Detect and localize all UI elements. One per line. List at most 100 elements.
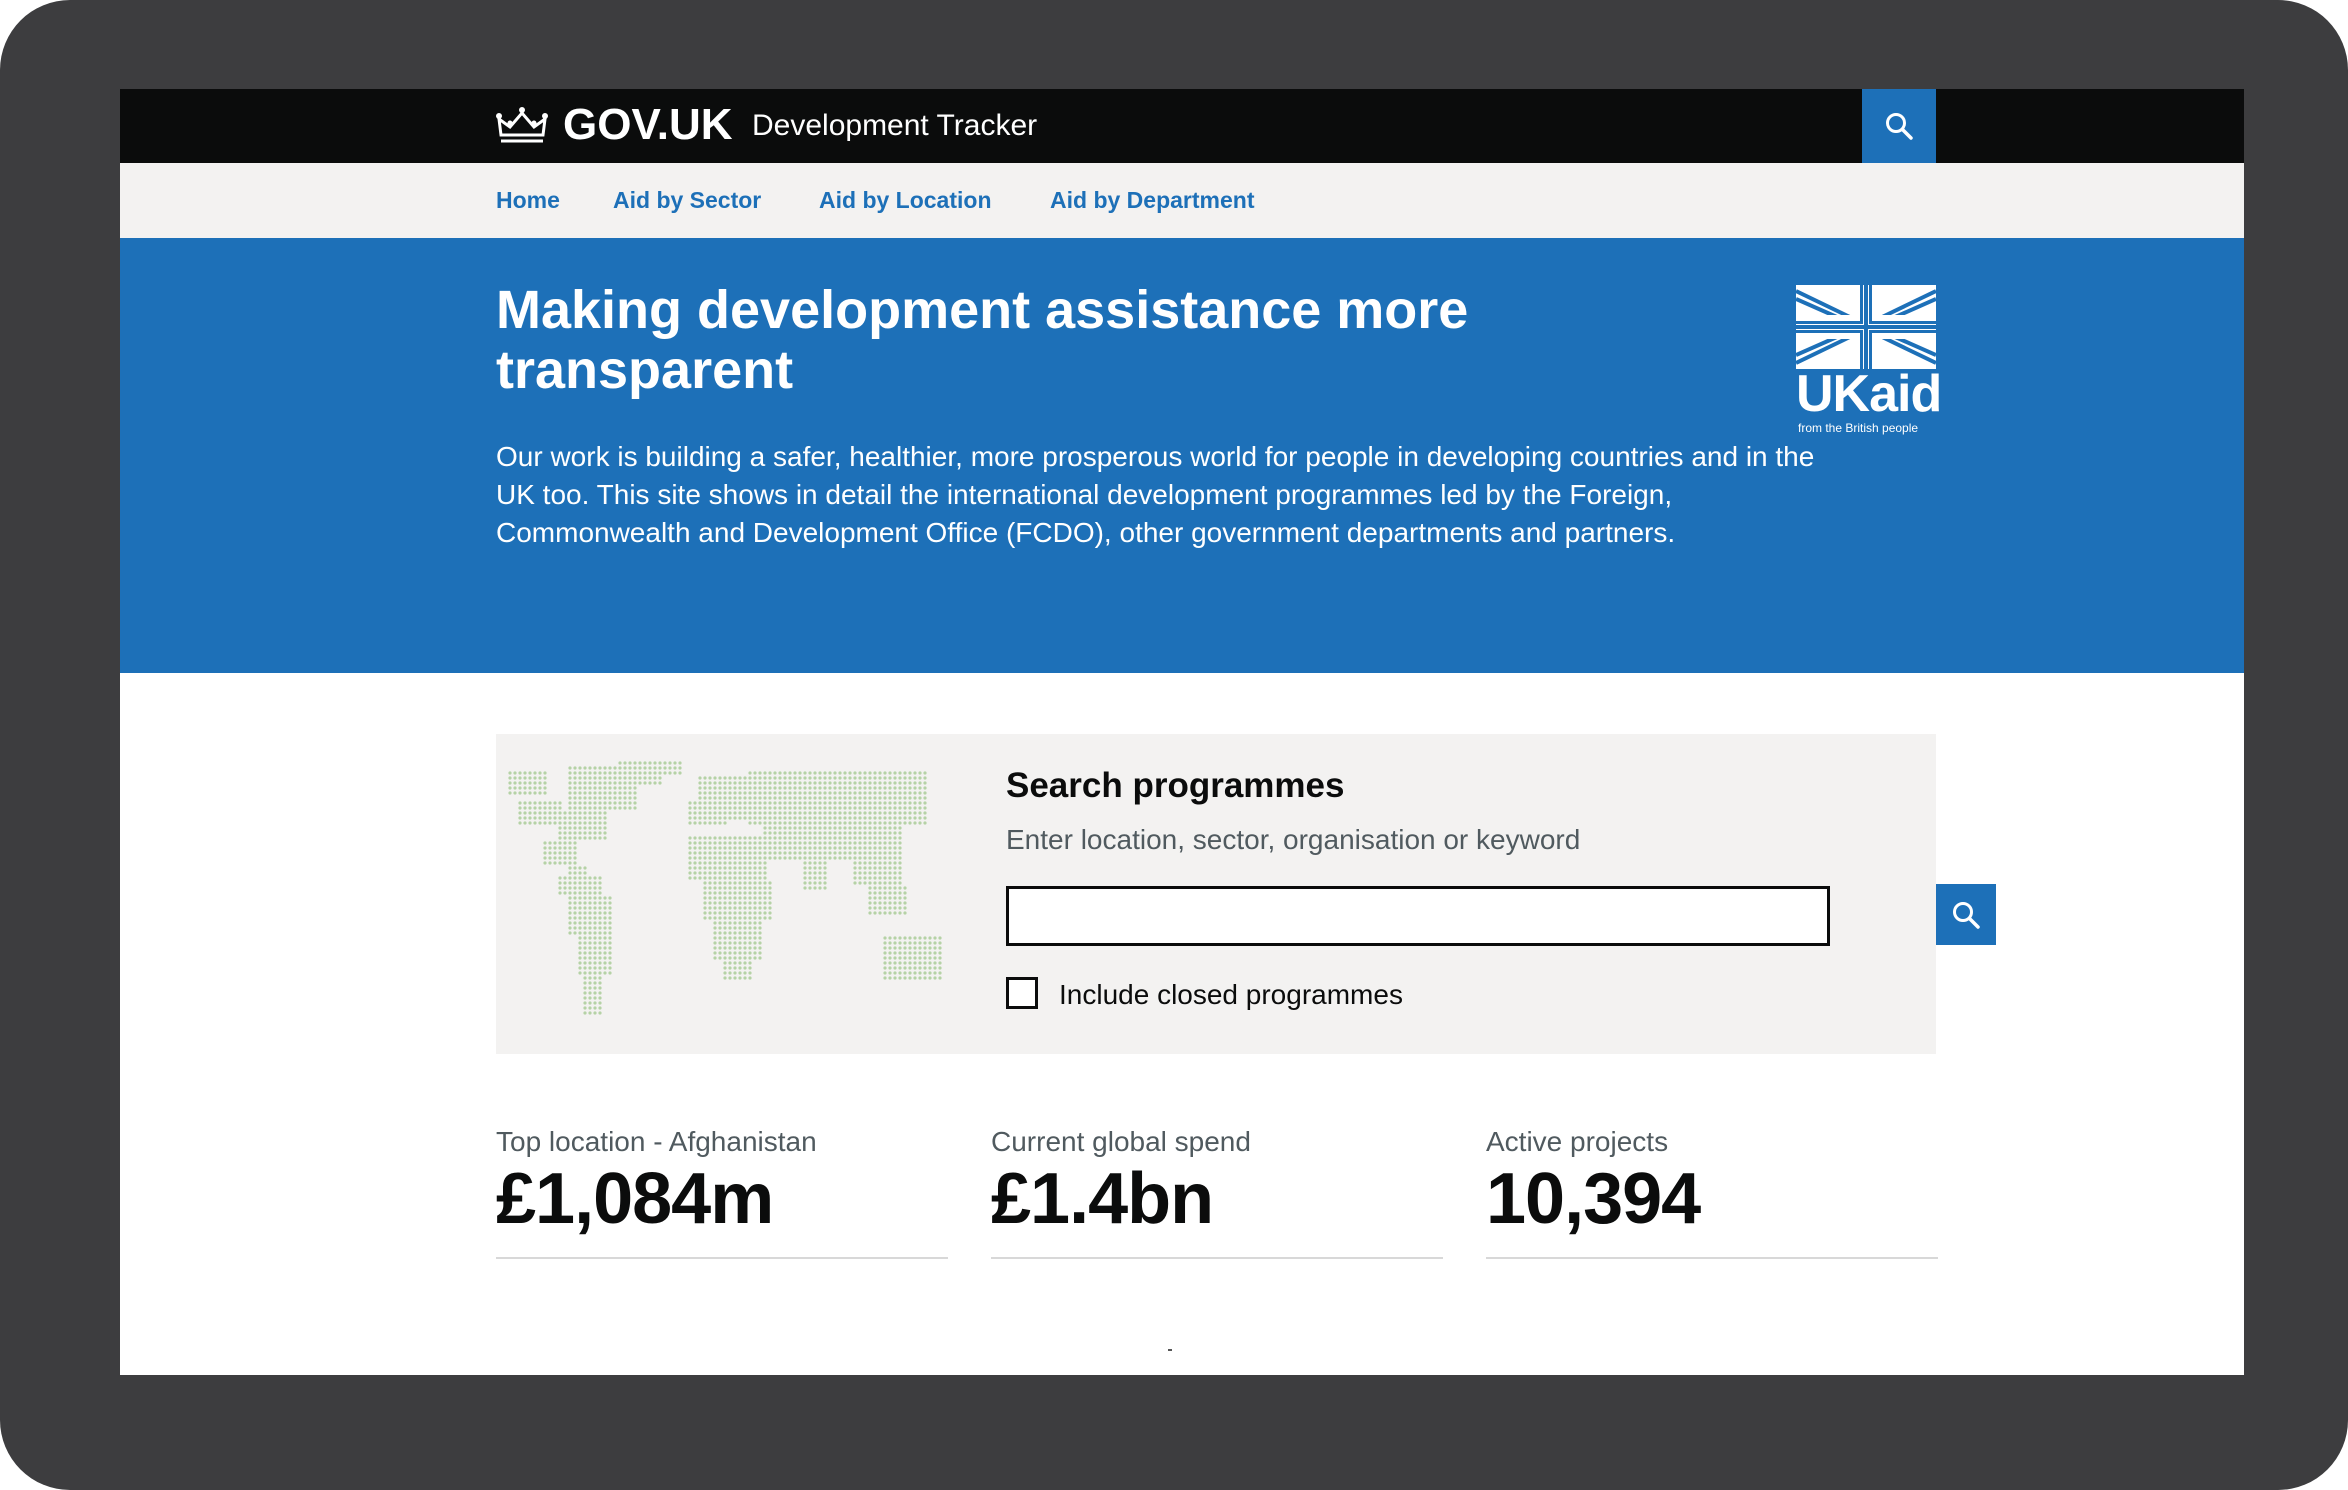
map-dot [878,771,882,775]
map-dot [898,821,902,825]
map-dot [863,771,867,775]
include-closed-checkbox[interactable] [1006,977,1038,1009]
map-dot [803,886,807,890]
map-dot [853,861,857,865]
map-dot [793,831,797,835]
map-dot [908,951,912,955]
map-dot [733,811,737,815]
map-dot [583,881,587,885]
map-dot [528,781,532,785]
map-dot [568,856,572,860]
browser-viewport: GOV.UK Development Tracker Home Aid by S… [120,89,2244,1375]
map-dot [598,951,602,955]
map-dot [733,851,737,855]
map-dot [823,846,827,850]
map-dot [778,846,782,850]
map-dot [588,951,592,955]
map-dot [588,996,592,1000]
map-dot [598,801,602,805]
search-input[interactable] [1006,886,1830,946]
map-dot [788,776,792,780]
map-dot [603,786,607,790]
map-dot [638,766,642,770]
map-dot [908,796,912,800]
map-dot [898,826,902,830]
map-dot [773,806,777,810]
include-closed-label[interactable]: Include closed programmes [1059,977,1403,1013]
map-dot [718,941,722,945]
map-dot [838,821,842,825]
map-dot [868,891,872,895]
map-dot [573,881,577,885]
map-dot [878,891,882,895]
nav-item-aid-by-location[interactable]: Aid by Location [819,163,992,238]
map-dot [728,886,732,890]
map-dot [833,791,837,795]
search-submit-button[interactable] [1936,884,1996,945]
nav-item-aid-by-department[interactable]: Aid by Department [1050,163,1254,238]
map-dot [878,841,882,845]
map-dot [898,911,902,915]
map-dot [698,846,702,850]
map-dot [918,946,922,950]
map-dot [908,801,912,805]
map-dot [608,936,612,940]
map-dot [778,771,782,775]
map-dot [663,766,667,770]
map-dot [698,876,702,880]
nav-item-aid-by-sector[interactable]: Aid by Sector [613,163,761,238]
map-dot [583,926,587,930]
map-dot [733,876,737,880]
map-dot [883,896,887,900]
map-dot [688,801,692,805]
map-dot [808,801,812,805]
map-dot [693,856,697,860]
map-dot [698,866,702,870]
service-name[interactable]: Development Tracker [752,104,1037,148]
map-dot [933,976,937,980]
map-dot [863,781,867,785]
map-dot [593,931,597,935]
nav-item-home[interactable]: Home [496,163,560,238]
map-dot [593,966,597,970]
map-dot [908,971,912,975]
map-dot [773,801,777,805]
map-dot [668,771,672,775]
map-dot [723,941,727,945]
map-dot [848,781,852,785]
map-dot [733,901,737,905]
header-search-button[interactable] [1862,89,1936,163]
map-dot [578,806,582,810]
map-dot [518,801,522,805]
map-dot [593,961,597,965]
map-dot [893,936,897,940]
map-dot [578,871,582,875]
map-dot [738,946,742,950]
map-dot [588,836,592,840]
map-dot [748,841,752,845]
hero-banner: Making development assistance more trans… [120,238,2244,673]
map-dot [748,956,752,960]
map-dot [578,816,582,820]
map-dot [588,991,592,995]
map-dot [883,791,887,795]
map-dot [658,771,662,775]
map-dot [908,976,912,980]
map-dot [698,816,702,820]
map-dot [878,901,882,905]
map-dot [828,786,832,790]
map-dot [923,806,927,810]
map-dot [818,776,822,780]
map-dot [588,941,592,945]
map-dot [573,876,577,880]
map-dot [823,881,827,885]
map-dot [693,816,697,820]
map-dot [818,866,822,870]
map-dot [763,791,767,795]
map-dot [598,921,602,925]
map-dot [573,871,577,875]
map-dot [733,976,737,980]
govuk-home-link[interactable]: GOV.UK [563,97,733,153]
map-dot [733,866,737,870]
map-dot [558,846,562,850]
